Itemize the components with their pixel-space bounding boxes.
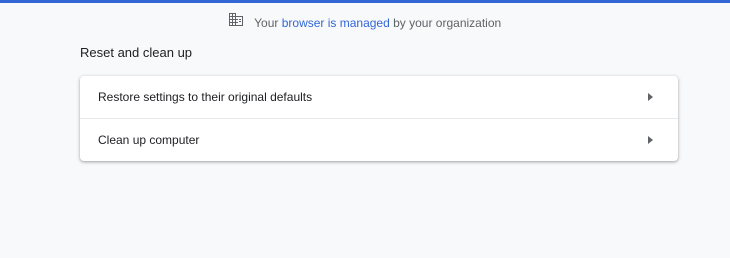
notice-prefix: Your bbox=[254, 15, 279, 30]
clean-up-computer-label: Clean up computer bbox=[98, 133, 200, 147]
browser-managed-link[interactable]: browser is managed bbox=[282, 16, 390, 30]
notice-suffix: by your organization bbox=[393, 15, 502, 30]
building-icon bbox=[228, 13, 243, 30]
arrow-right-icon bbox=[646, 92, 654, 102]
clean-up-computer-row[interactable]: Clean up computer bbox=[80, 118, 678, 161]
reset-card: Restore settings to their original defau… bbox=[80, 76, 678, 161]
restore-settings-label: Restore settings to their original defau… bbox=[98, 90, 313, 104]
managed-notice-text: Your browser is managed by your organiza… bbox=[254, 15, 501, 31]
restore-settings-row[interactable]: Restore settings to their original defau… bbox=[80, 76, 678, 118]
arrow-right-icon bbox=[646, 135, 654, 145]
top-accent-bar bbox=[0, 0, 730, 3]
managed-notice: Your browser is managed by your organiza… bbox=[0, 13, 730, 31]
section-title: Reset and clean up bbox=[80, 45, 193, 60]
